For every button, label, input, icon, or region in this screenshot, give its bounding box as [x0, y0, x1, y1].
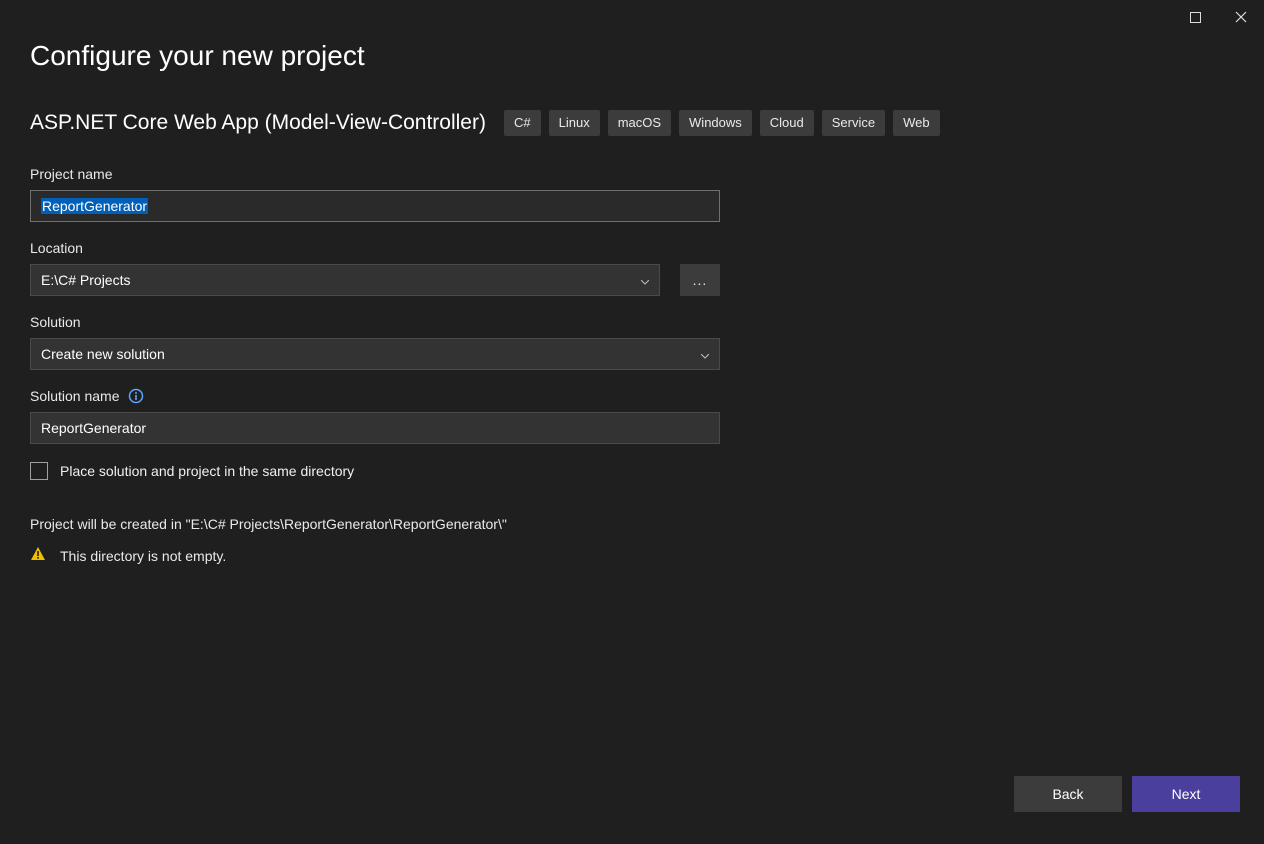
template-name: ASP.NET Core Web App (Model-View-Control…	[30, 111, 486, 135]
browse-button[interactable]: ...	[680, 264, 720, 296]
close-icon	[1235, 11, 1247, 23]
template-tag: Cloud	[760, 110, 814, 136]
location-value: E:\C# Projects	[41, 272, 130, 288]
solution-name-label: Solution name	[30, 388, 120, 404]
same-directory-label: Place solution and project in the same d…	[60, 463, 354, 479]
solution-label: Solution	[30, 314, 720, 330]
chevron-down-icon	[641, 272, 649, 288]
page-title: Configure your new project	[30, 40, 1234, 72]
template-tag: macOS	[608, 110, 671, 136]
maximize-icon	[1190, 12, 1201, 23]
solution-combo[interactable]: Create new solution	[30, 338, 720, 370]
project-name-value: ReportGenerator	[41, 198, 148, 214]
location-label: Location	[30, 240, 720, 256]
template-tag: Service	[822, 110, 885, 136]
template-tag: C#	[504, 110, 541, 136]
warning-icon	[30, 546, 46, 565]
maximize-button[interactable]	[1172, 0, 1218, 34]
solution-name-input[interactable]: ReportGenerator	[30, 412, 720, 444]
creation-path-info: Project will be created in "E:\C# Projec…	[30, 516, 720, 532]
solution-name-value: ReportGenerator	[41, 420, 146, 436]
template-tag: Web	[893, 110, 940, 136]
project-name-input[interactable]: ReportGenerator	[30, 190, 720, 222]
chevron-down-icon	[701, 346, 709, 362]
back-button[interactable]: Back	[1014, 776, 1122, 812]
solution-value: Create new solution	[41, 346, 165, 362]
same-directory-checkbox[interactable]	[30, 462, 48, 480]
project-name-label: Project name	[30, 166, 720, 182]
next-button[interactable]: Next	[1132, 776, 1240, 812]
close-button[interactable]	[1218, 0, 1264, 34]
info-icon[interactable]	[128, 388, 144, 404]
warning-text: This directory is not empty.	[60, 548, 226, 564]
location-combo[interactable]: E:\C# Projects	[30, 264, 660, 296]
template-tag: Windows	[679, 110, 752, 136]
template-tag: Linux	[549, 110, 600, 136]
